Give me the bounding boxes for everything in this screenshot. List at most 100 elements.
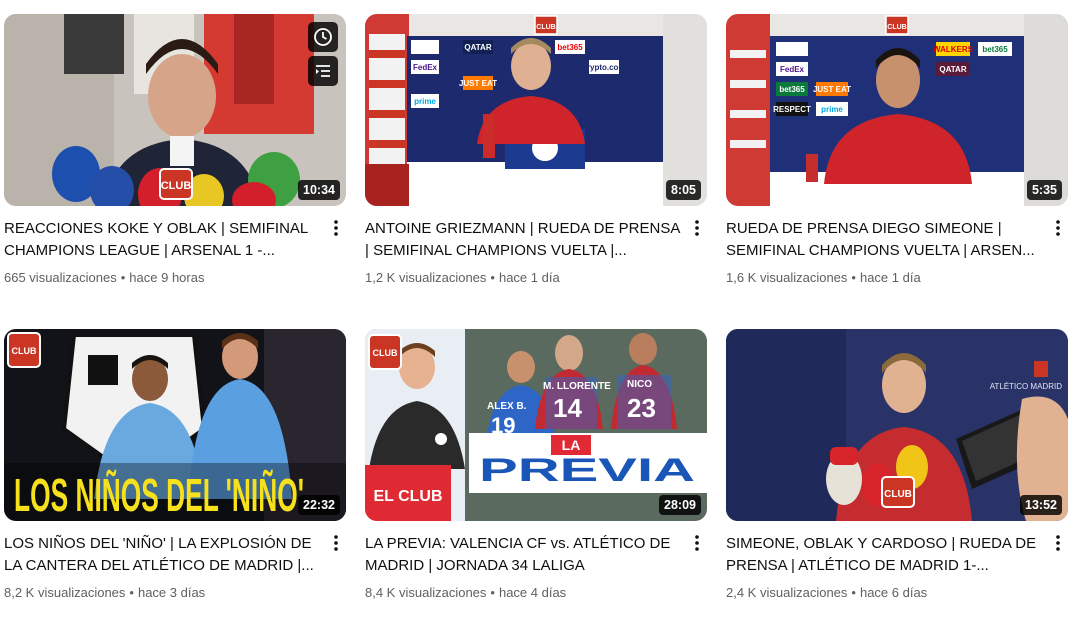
thumbnail-headline: PREVIA bbox=[479, 452, 695, 488]
video-card: QATAR bet365 FedEx crypto.com JUST EAT p… bbox=[365, 14, 709, 287]
svg-text:QATAR: QATAR bbox=[939, 65, 966, 74]
separator: • bbox=[490, 585, 495, 600]
video-stats: 8,4 K visualizaciones • hace 4 días bbox=[365, 584, 681, 602]
separator: • bbox=[120, 270, 126, 285]
video-meta: SIMEONE, OBLAK Y CARDOSO | RUEDA DE PREN… bbox=[726, 521, 1070, 602]
video-card: LOS NIÑOS DEL 'NIÑO' CLUB 22:32 LOS NIÑO… bbox=[4, 329, 348, 602]
video-card: M. LLORENTE 14 NICO 23 ALEX B. 19 LA PRE… bbox=[365, 329, 709, 602]
hover-actions bbox=[308, 22, 338, 86]
duration-badge: 22:32 bbox=[298, 495, 340, 515]
video-title[interactable]: RUEDA DE PRENSA DIEGO SIMEONE | SEMIFINA… bbox=[726, 218, 1042, 262]
thumbnail-image: QATAR bet365 FedEx crypto.com JUST EAT p… bbox=[365, 14, 707, 206]
vertical-dots-icon bbox=[334, 220, 338, 236]
svg-text:bet365: bet365 bbox=[982, 45, 1008, 54]
svg-text:14: 14 bbox=[553, 393, 582, 423]
thumbnail-image: LOS NIÑOS DEL 'NIÑO' CLUB bbox=[4, 329, 346, 521]
svg-text:CLUB: CLUB bbox=[884, 489, 912, 500]
video-stats: 8,2 K visualizaciones • hace 3 días bbox=[4, 584, 320, 602]
more-actions-button[interactable] bbox=[324, 531, 348, 555]
view-count: 1,2 K visualizaciones bbox=[365, 270, 487, 285]
vertical-dots-icon bbox=[695, 220, 699, 236]
separator: • bbox=[851, 270, 856, 285]
view-count: 665 visualizaciones bbox=[4, 270, 117, 285]
more-actions-button[interactable] bbox=[685, 216, 709, 240]
vertical-dots-icon bbox=[1056, 535, 1060, 551]
svg-text:LA: LA bbox=[562, 437, 581, 453]
more-actions-button[interactable] bbox=[324, 216, 348, 240]
vertical-dots-icon bbox=[695, 535, 699, 551]
separator: • bbox=[129, 585, 134, 600]
club-logo-text: CLUB bbox=[161, 180, 192, 192]
thumbnail-image: ATLÉTICO MADRID CLUB bbox=[726, 329, 1068, 521]
thumbnail-image: M. LLORENTE 14 NICO 23 ALEX B. 19 LA PRE… bbox=[365, 329, 707, 521]
svg-text:ALEX B.: ALEX B. bbox=[487, 401, 527, 412]
video-meta: REACCIONES KOKE Y OBLAK | SEMIFINAL CHAM… bbox=[4, 206, 348, 287]
video-thumbnail[interactable]: LOS NIÑOS DEL 'NIÑO' CLUB 22:32 bbox=[4, 329, 346, 521]
svg-text:FedEx: FedEx bbox=[780, 65, 805, 74]
svg-text:bet365: bet365 bbox=[779, 85, 805, 94]
svg-text:CLUB: CLUB bbox=[12, 346, 37, 356]
svg-text:prime: prime bbox=[414, 97, 436, 106]
video-card: ATLÉTICO MADRID CLUB 13:52 SIMEONE, OBLA… bbox=[726, 329, 1070, 602]
video-grid: CLUB 10:34 REACCIONES KOKE Y OBLAK | SEM… bbox=[0, 0, 1072, 632]
svg-text:CLUB: CLUB bbox=[373, 348, 398, 358]
svg-text:CLUB: CLUB bbox=[887, 24, 906, 31]
video-stats: 1,6 K visualizaciones • hace 1 día bbox=[726, 269, 1042, 287]
svg-text:prime: prime bbox=[821, 105, 843, 114]
upload-age: hace 9 horas bbox=[129, 270, 205, 285]
svg-text:M. LLORENTE: M. LLORENTE bbox=[543, 381, 611, 392]
video-thumbnail[interactable]: WALKERS bet365 FedEx QATAR bet365 JUST E… bbox=[726, 14, 1068, 206]
video-stats: 2,4 K visualizaciones • hace 6 días bbox=[726, 584, 1042, 602]
svg-text:NICO: NICO bbox=[627, 379, 652, 390]
svg-text:RESPECT: RESPECT bbox=[773, 105, 811, 114]
upload-age: hace 1 día bbox=[859, 270, 921, 285]
upload-age: hace 6 días bbox=[859, 585, 928, 600]
video-title[interactable]: ANTOINE GRIEZMANN | RUEDA DE PRENSA | SE… bbox=[365, 218, 681, 262]
upload-age: hace 4 días bbox=[498, 585, 567, 600]
svg-text:bet365: bet365 bbox=[557, 43, 583, 52]
duration-badge: 10:34 bbox=[298, 180, 340, 200]
video-meta: RUEDA DE PRENSA DIEGO SIMEONE | SEMIFINA… bbox=[726, 206, 1070, 287]
duration-badge: 28:09 bbox=[659, 495, 701, 515]
view-count: 1,6 K visualizaciones bbox=[726, 270, 848, 285]
svg-text:crypto.com: crypto.com bbox=[582, 63, 625, 72]
thumbnail-image: CLUB bbox=[4, 14, 346, 206]
video-stats: 665 visualizaciones • hace 9 horas bbox=[4, 269, 320, 287]
svg-text:WALKERS: WALKERS bbox=[933, 45, 974, 54]
watch-later-icon[interactable] bbox=[308, 22, 338, 52]
view-count: 8,4 K visualizaciones bbox=[365, 585, 487, 600]
svg-text:QATAR: QATAR bbox=[464, 43, 491, 52]
svg-text:CLUB: CLUB bbox=[536, 24, 555, 31]
video-title[interactable]: REACCIONES KOKE Y OBLAK | SEMIFINAL CHAM… bbox=[4, 218, 320, 262]
video-stats: 1,2 K visualizaciones • hace 1 día bbox=[365, 269, 681, 287]
svg-text:JUST EAT: JUST EAT bbox=[459, 79, 497, 88]
video-meta: LA PREVIA: VALENCIA CF vs. ATLÉTICO DE M… bbox=[365, 521, 709, 602]
svg-text:JUST EAT: JUST EAT bbox=[813, 85, 851, 94]
duration-badge: 8:05 bbox=[665, 180, 701, 200]
video-card: CLUB 10:34 REACCIONES KOKE Y OBLAK | SEM… bbox=[4, 14, 348, 287]
video-thumbnail[interactable]: QATAR bet365 FedEx crypto.com JUST EAT p… bbox=[365, 14, 707, 206]
video-thumbnail[interactable]: M. LLORENTE 14 NICO 23 ALEX B. 19 LA PRE… bbox=[365, 329, 707, 521]
video-meta: LOS NIÑOS DEL 'NIÑO' | LA EXPLOSIÓN DE L… bbox=[4, 521, 348, 602]
video-title[interactable]: SIMEONE, OBLAK Y CARDOSO | RUEDA DE PREN… bbox=[726, 533, 1042, 577]
video-thumbnail[interactable]: CLUB 10:34 bbox=[4, 14, 346, 206]
video-title[interactable]: LOS NIÑOS DEL 'NIÑO' | LA EXPLOSIÓN DE L… bbox=[4, 533, 320, 577]
separator: • bbox=[851, 585, 856, 600]
svg-text:23: 23 bbox=[627, 393, 656, 423]
separator: • bbox=[490, 270, 495, 285]
video-thumbnail[interactable]: ATLÉTICO MADRID CLUB 13:52 bbox=[726, 329, 1068, 521]
duration-badge: 5:35 bbox=[1026, 180, 1062, 200]
vertical-dots-icon bbox=[334, 535, 338, 551]
view-count: 8,2 K visualizaciones bbox=[4, 585, 126, 600]
thumbnail-image: WALKERS bet365 FedEx QATAR bet365 JUST E… bbox=[726, 14, 1068, 206]
svg-text:FedEx: FedEx bbox=[413, 63, 438, 72]
more-actions-button[interactable] bbox=[1046, 531, 1070, 555]
video-title[interactable]: LA PREVIA: VALENCIA CF vs. ATLÉTICO DE M… bbox=[365, 533, 681, 577]
more-actions-button[interactable] bbox=[685, 531, 709, 555]
thumbnail-headline: LOS NIÑOS DEL 'NIÑO' bbox=[14, 469, 304, 521]
add-to-queue-icon[interactable] bbox=[308, 56, 338, 86]
upload-age: hace 3 días bbox=[137, 585, 206, 600]
svg-text:ATLÉTICO MADRID: ATLÉTICO MADRID bbox=[990, 382, 1063, 391]
more-actions-button[interactable] bbox=[1046, 216, 1070, 240]
video-meta: ANTOINE GRIEZMANN | RUEDA DE PRENSA | SE… bbox=[365, 206, 709, 287]
